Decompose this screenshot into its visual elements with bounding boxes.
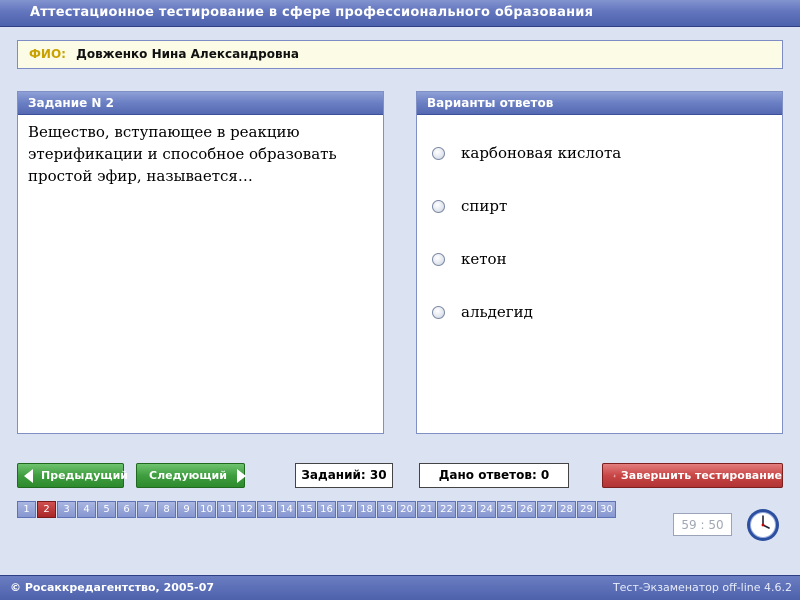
page-number-button[interactable]: 28	[557, 501, 576, 518]
page-number-button[interactable]: 5	[97, 501, 116, 518]
running-man-icon	[613, 474, 616, 477]
answer-option[interactable]: спирт	[432, 195, 772, 217]
timer-display: 59 : 50	[673, 513, 732, 536]
previous-button-label: Предыдущий	[41, 469, 129, 482]
finish-test-button[interactable]: Завершить тестирование	[602, 463, 783, 488]
finish-test-label: Завершить тестирование	[620, 469, 782, 482]
version-text: Тест-Экзаменатор off-line 4.6.2	[612, 581, 792, 594]
page-number-button[interactable]: 25	[497, 501, 516, 518]
next-button-label: Следующий	[149, 469, 227, 482]
page-number-button[interactable]: 12	[237, 501, 256, 518]
page-number-button[interactable]: 4	[77, 501, 96, 518]
question-header: Задание N 2	[18, 92, 383, 115]
answers-header: Варианты ответов	[417, 92, 782, 115]
page-number-button[interactable]: 24	[477, 501, 496, 518]
answers-panel: Варианты ответов карбоновая кислота спир…	[416, 91, 783, 434]
page-number-button[interactable]: 20	[397, 501, 416, 518]
arrow-left-icon	[24, 468, 33, 483]
answer-label: спирт	[461, 197, 508, 215]
page-number-button[interactable]: 16	[317, 501, 336, 518]
answer-option[interactable]: альдегид	[432, 301, 772, 323]
question-panel: Задание N 2 Вещество, вступающее в реакц…	[17, 91, 384, 434]
clock-icon	[747, 509, 779, 541]
answer-option[interactable]: кетон	[432, 248, 772, 270]
answer-option[interactable]: карбоновая кислота	[432, 142, 772, 164]
page-number-button[interactable]: 3	[57, 501, 76, 518]
answer-label: карбоновая кислота	[461, 144, 622, 162]
radio-button[interactable]	[432, 146, 445, 160]
page-number-button[interactable]: 8	[157, 501, 176, 518]
page-number-button[interactable]: 9	[177, 501, 196, 518]
page-number-button[interactable]: 23	[457, 501, 476, 518]
radio-button[interactable]	[432, 199, 445, 213]
arrow-right-icon	[236, 468, 246, 483]
page-number-button[interactable]: 15	[297, 501, 316, 518]
page-number-button[interactable]: 2	[37, 501, 56, 518]
answer-label: альдегид	[461, 303, 533, 321]
answer-label: кетон	[461, 250, 507, 268]
page-number-button[interactable]: 17	[337, 501, 356, 518]
page-number-button[interactable]: 1	[17, 501, 36, 518]
fio-name: Довженко Нина Александровна	[76, 47, 299, 61]
page-number-button[interactable]: 22	[437, 501, 456, 518]
page-number-button[interactable]: 7	[137, 501, 156, 518]
page-number-button[interactable]: 14	[277, 501, 296, 518]
page-number-button[interactable]: 21	[417, 501, 436, 518]
fio-bar: ФИО: Довженко Нина Александровна	[17, 40, 783, 69]
page-number-button[interactable]: 10	[197, 501, 216, 518]
page-number-button[interactable]: 29	[577, 501, 596, 518]
page-number-button[interactable]: 19	[377, 501, 396, 518]
radio-button[interactable]	[432, 305, 445, 319]
app-title: Аттестационное тестирование в сфере проф…	[30, 5, 594, 20]
page-number-button[interactable]: 6	[117, 501, 136, 518]
page-number-button[interactable]: 18	[357, 501, 376, 518]
question-text: Вещество, вступающее в реакцию этерифика…	[28, 123, 337, 185]
page-number-button[interactable]: 13	[257, 501, 276, 518]
copyright-text: © Росаккредагентство, 2005-07	[10, 581, 215, 594]
tasks-counter: Заданий: 30	[295, 463, 393, 488]
question-pager: 1 2 3 4 5 6 7 8 9 10 11 12 13 14 15 16 17 18 19 20 21 22 23 24 2…	[17, 501, 617, 518]
page-number-button[interactable]: 11	[217, 501, 236, 518]
page-number-button[interactable]: 26	[517, 501, 536, 518]
footer: © Росаккредагентство, 2005-07 Тест-Экзам…	[0, 575, 800, 600]
next-button[interactable]: Следующий	[136, 463, 246, 488]
fio-label: ФИО:	[29, 47, 66, 61]
page-number-button[interactable]: 27	[537, 501, 556, 518]
page-number-button[interactable]: 30	[597, 501, 616, 518]
title-bar: Аттестационное тестирование в сфере проф…	[0, 0, 800, 27]
radio-button[interactable]	[432, 252, 445, 266]
previous-button[interactable]: Предыдущий	[17, 463, 128, 488]
answered-counter: Дано ответов: 0	[419, 463, 569, 488]
